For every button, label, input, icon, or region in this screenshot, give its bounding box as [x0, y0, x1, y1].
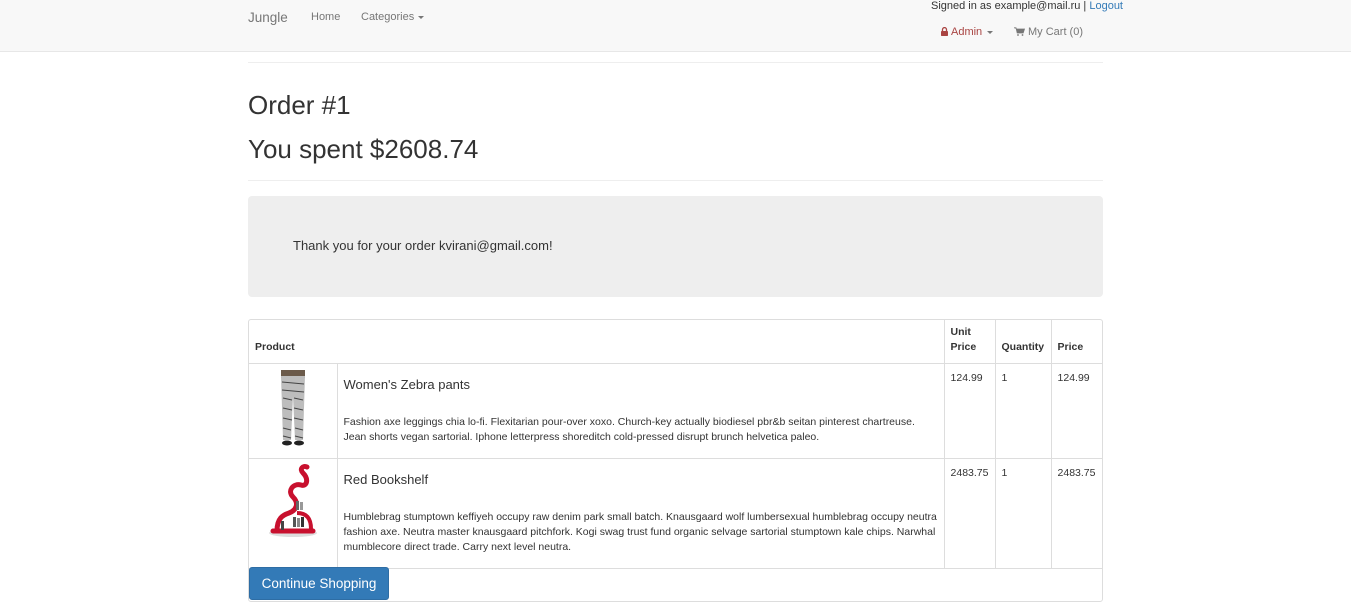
- product-image-cell: [249, 363, 338, 459]
- divider: [248, 180, 1103, 181]
- shopping-cart-icon: [1014, 27, 1026, 39]
- order-items-panel: Product Unit Price Quantity Price Women'…: [248, 319, 1103, 602]
- column-header-price: Price: [1051, 320, 1102, 364]
- product-description: Fashion axe leggings chia lo-fi. Flexita…: [343, 415, 915, 443]
- signed-in-status: Signed in as example@mail.ru | Logout: [931, 0, 1123, 12]
- product-name: Red Bookshelf: [343, 471, 429, 487]
- quantity-cell: 1: [995, 458, 1052, 569]
- page-title: Order #1: [248, 90, 351, 120]
- cart-label: My Cart (0): [1028, 26, 1083, 38]
- unit-price-cell: 2483.75: [944, 458, 996, 569]
- column-header-product: Product: [249, 320, 945, 364]
- quantity-cell: 1: [995, 363, 1052, 459]
- unit-price-cell: 124.99: [944, 363, 996, 459]
- product-description: Humblebrag stumptown keffiyeh occupy raw…: [343, 510, 937, 553]
- table-row: Women's Zebra pants Fashion axe leggings…: [249, 363, 1102, 459]
- admin-dropdown[interactable]: Admin: [941, 26, 994, 39]
- continue-shopping-button[interactable]: Continue Shopping: [249, 567, 389, 600]
- lock-icon: [941, 26, 948, 39]
- price-cell: 2483.75: [1051, 458, 1102, 569]
- price-cell: 124.99: [1051, 363, 1102, 459]
- product-details-cell: Women's Zebra pants Fashion axe leggings…: [337, 363, 945, 459]
- top-navbar: Jungle Home Categories Signed in as exam…: [0, 0, 1351, 52]
- product-details-cell: Red Bookshelf Humblebrag stumptown keffi…: [337, 458, 945, 569]
- product-image-cell: [249, 458, 338, 569]
- product-name: Women's Zebra pants: [343, 376, 471, 392]
- categories-label: Categories: [361, 11, 415, 23]
- product-image-zebra-pants: [280, 369, 305, 445]
- product-image-red-bookshelf: [268, 463, 317, 537]
- separator: |: [1080, 0, 1090, 12]
- divider: [248, 62, 1103, 63]
- thank-you-panel: Thank you for your order kvirani@gmail.c…: [248, 196, 1103, 297]
- caret-down-icon: [987, 30, 994, 34]
- table-header-row: Product Unit Price Quantity Price: [249, 320, 1102, 364]
- column-header-quantity: Quantity: [995, 320, 1052, 364]
- signed-in-text: Signed in as example@mail.ru: [931, 0, 1081, 12]
- order-items-table: Product Unit Price Quantity Price Women'…: [249, 320, 1102, 569]
- logout-link[interactable]: Logout: [1089, 0, 1123, 12]
- categories-dropdown[interactable]: Categories: [361, 11, 425, 23]
- caret-down-icon: [418, 15, 425, 19]
- my-cart-link[interactable]: My Cart (0): [1014, 26, 1083, 39]
- table-row: Red Bookshelf Humblebrag stumptown keffi…: [249, 458, 1102, 569]
- order-total: You spent $2608.74: [248, 134, 479, 164]
- nav-home-link[interactable]: Home: [311, 11, 340, 23]
- column-header-unit-price: Unit Price: [944, 320, 996, 364]
- admin-label: Admin: [951, 26, 983, 38]
- brand-link[interactable]: Jungle: [248, 10, 288, 25]
- thank-you-message: Thank you for your order kvirani@gmail.c…: [293, 238, 553, 253]
